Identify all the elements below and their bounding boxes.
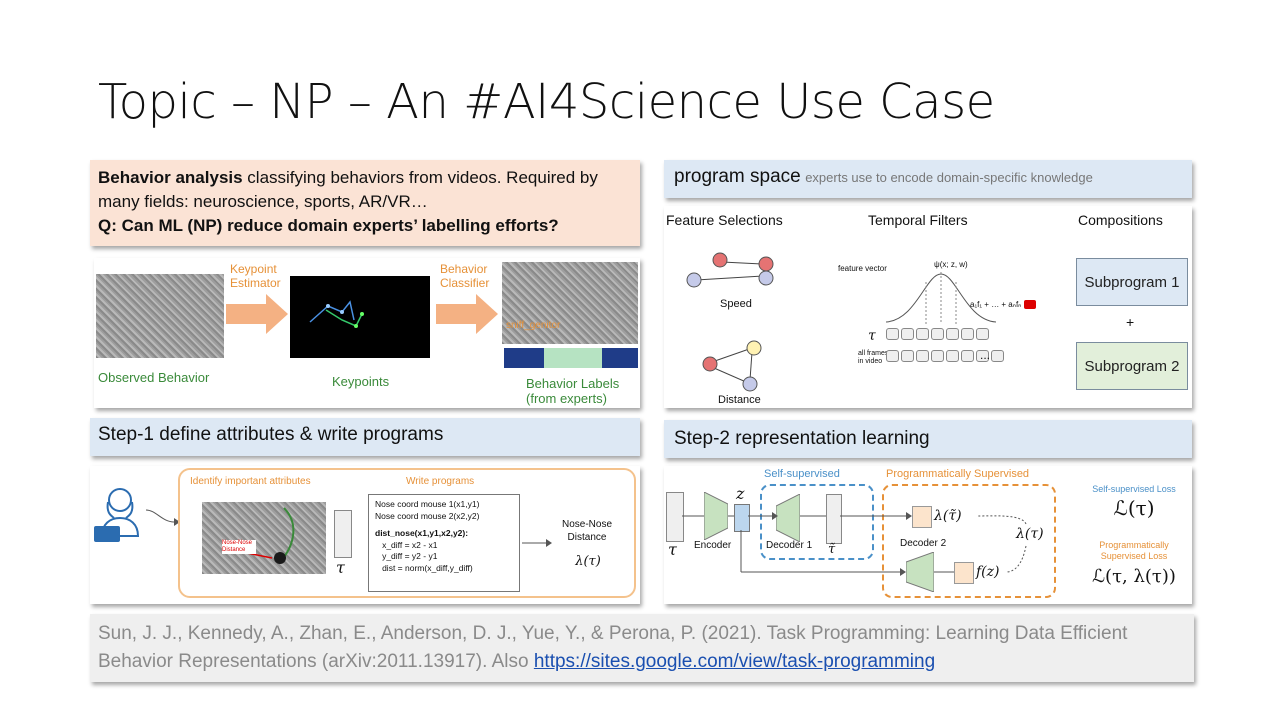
- write-programs-label: Write programs: [406, 476, 475, 487]
- program-space-subheading: experts use to encode domain-specific kn…: [805, 170, 1093, 185]
- keypoint-estimator-label: Keypoint Estimator: [230, 262, 281, 290]
- ss-loss-label: Self-supervised Loss: [1092, 484, 1176, 494]
- distance-graph: [702, 340, 762, 392]
- code-line-2: Nose coord mouse 2(x2,y2): [375, 510, 480, 521]
- decoder2-label: Decoder 2: [900, 538, 947, 549]
- keypoints-skeleton: [309, 300, 364, 328]
- behavior-label-bar: [504, 348, 638, 368]
- step1-figure: Identify important attributes Write prog…: [90, 466, 640, 604]
- step2-header: Step-2 representation learning: [664, 420, 1192, 458]
- behavior-classifier-label: Behavior Classifier: [440, 262, 490, 290]
- frame-row-1: [886, 328, 989, 340]
- lambda-tilde-label: λ(τ̃): [934, 508, 962, 524]
- pipeline-figure: Observed Behavior Keypoint Estimator Key…: [94, 258, 640, 408]
- nose-nose-distance-label: Nose-Nose Distance: [561, 519, 613, 543]
- compositions-title: Compositions: [1078, 212, 1163, 228]
- ps-loss-formula: ℒ(τ, λ(τ)): [1092, 566, 1176, 587]
- classified-video-frame: [502, 262, 638, 344]
- code-box: Nose coord mouse 1(x1,y1) Nose coord mou…: [368, 494, 520, 592]
- frames-ellipsis: ...: [980, 348, 991, 362]
- speed-graph: [686, 252, 774, 288]
- tau-symbol: τ: [868, 328, 876, 344]
- step2-heading: Step-2 representation learning: [674, 428, 930, 449]
- code-line-4: dist_nose(x1,y1,x2,y2):: [375, 528, 469, 538]
- arrow-to-keypoints: [226, 294, 288, 334]
- ss-loss-formula: ℒ(τ): [1113, 496, 1155, 520]
- arrow-code-to-output: [522, 539, 552, 547]
- temporal-filters-title: Temporal Filters: [868, 212, 968, 228]
- step2-connectors: [682, 512, 1027, 576]
- citation-box: Sun, J. J., Kennedy, A., Zhan, E., Ander…: [90, 614, 1194, 682]
- observed-video-frame: [96, 274, 224, 358]
- identify-label: Identify important attributes: [190, 476, 311, 487]
- tau-frame: [334, 510, 352, 558]
- keypoints-label: Keypoints: [332, 374, 390, 389]
- red-output-cell: [1024, 300, 1036, 309]
- nose-trajectory: [221, 507, 295, 564]
- code-line-6: y_diff = y2 - y1: [375, 551, 438, 561]
- arrow-expert-to-attributes: [145, 509, 180, 526]
- slide-title: Topic – NP – An #AI4Science Use Case: [98, 74, 995, 130]
- speed-label: Speed: [720, 298, 752, 310]
- intro-callout: Behavior analysis classifying behaviors …: [90, 160, 640, 246]
- feature-vector-label: feature vector: [838, 264, 887, 273]
- decoder2-shape: [906, 552, 934, 592]
- ps-loss-label: Programmatically Supervised Loss: [1099, 540, 1169, 561]
- project-link[interactable]: https://sites.google.com/view/task-progr…: [534, 651, 935, 672]
- subprogram-1-box: Subprogram 1: [1076, 258, 1188, 306]
- program-space-heading: program space: [674, 166, 801, 187]
- tau-label: τ: [336, 558, 345, 577]
- step2-figure: τ Encoder z Self-supervised Decoder 1 τ̃…: [664, 466, 1192, 604]
- nose-distance-tag: Nose-Nose Distance: [222, 540, 256, 554]
- lambda-output: λ(τ): [575, 554, 601, 569]
- observed-behavior-label: Observed Behavior: [98, 370, 210, 385]
- expert-person-icon: [94, 488, 140, 542]
- program-space-header: program space experts use to encode doma…: [664, 160, 1192, 198]
- behavior-labels-caption: Behavior Labels (from experts): [526, 376, 620, 406]
- keypoints-frame: [290, 276, 430, 358]
- sum-expression: a₁f₁ + … + aₙfₙ =: [970, 300, 1029, 309]
- psi-label: ψ(x; z, w): [934, 260, 968, 269]
- arrow-to-classifier: [436, 294, 498, 334]
- code-line-5: x_diff = x2 - x1: [375, 539, 438, 550]
- sniff-label: sniff_genitor: [506, 320, 561, 331]
- code-line-1: Nose coord mouse 1(x1,y1): [375, 499, 480, 509]
- code-line-7: dist = norm(x_diff,y_diff): [375, 562, 473, 573]
- intro-bold-lead: Behavior analysis: [98, 168, 243, 187]
- lambda-tau-label: λ(τ): [1016, 526, 1044, 542]
- f-z-box: [954, 562, 974, 584]
- step1-heading: Step-1 define attributes & write program…: [98, 424, 444, 445]
- intro-question: Q: Can ML (NP) reduce domain experts’ la…: [98, 216, 559, 235]
- plus-sign: +: [1126, 314, 1135, 330]
- f-z-label: f(z): [976, 564, 1000, 580]
- step1-header: Step-1 define attributes & write program…: [90, 418, 640, 456]
- subprogram-2-box: Subprogram 2: [1076, 342, 1188, 390]
- lambda-tilde-box: [912, 506, 932, 528]
- distance-label: Distance: [718, 394, 761, 406]
- attribute-video-frame: [202, 502, 326, 574]
- program-space-figure: Feature Selections Temporal Filters Comp…: [664, 206, 1192, 408]
- temporal-filter-curve: [886, 272, 996, 324]
- feature-selections-title: Feature Selections: [666, 212, 783, 228]
